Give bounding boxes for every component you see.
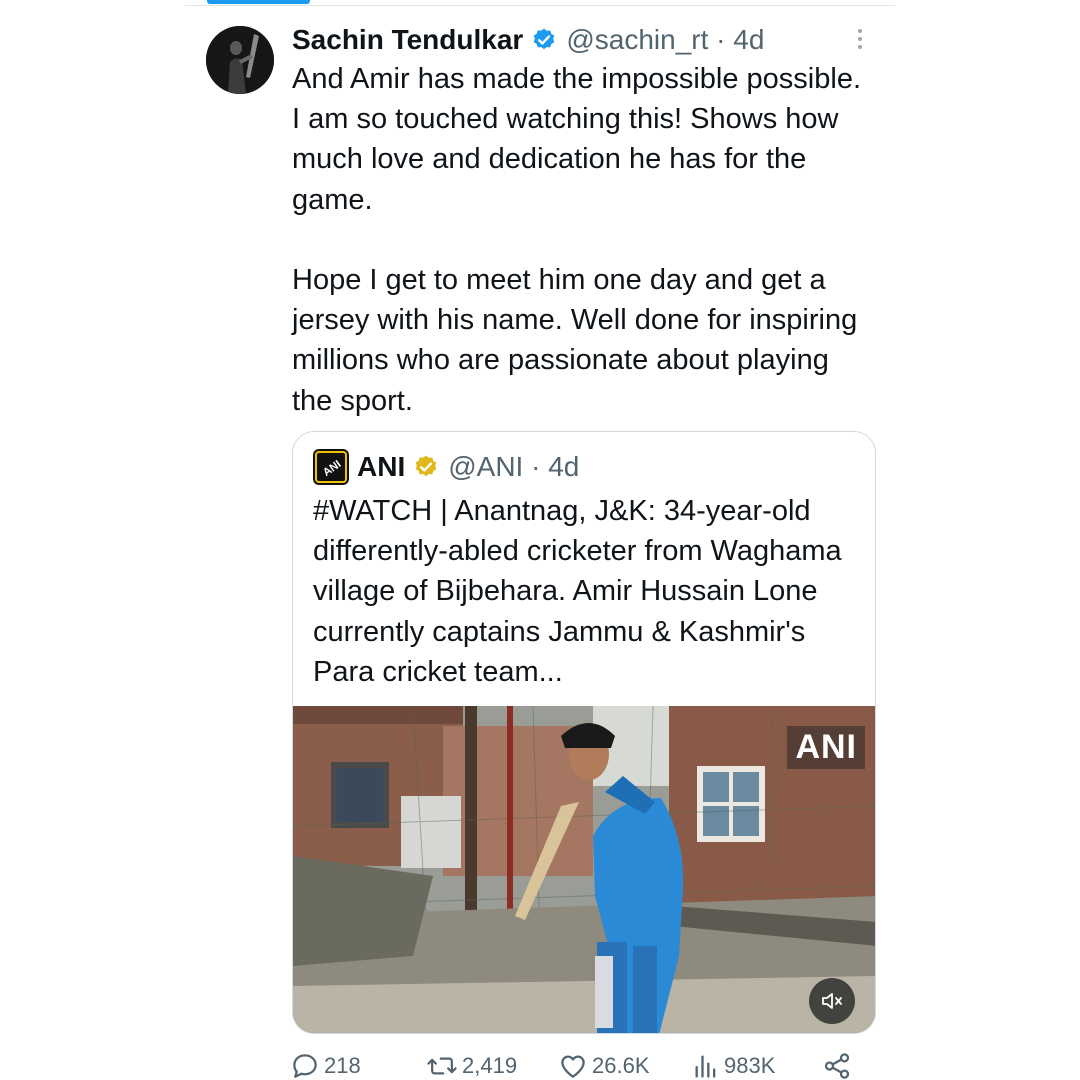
quoted-header: ANI ANI @ANI · 4d: [313, 448, 579, 486]
tweet-text: And Amir has made the impossible possibl…: [292, 63, 862, 417]
views-count: 983K: [724, 1053, 776, 1078]
video-player[interactable]: ANI: [293, 706, 875, 1033]
ani-logo: ANI: [313, 449, 349, 485]
action-bar: 218 2,419 26.6K 983K: [290, 1048, 860, 1080]
author-name[interactable]: Sachin Tendulkar: [292, 24, 523, 56]
reply-icon: [290, 1051, 320, 1080]
repost-count: 2,419: [462, 1053, 518, 1078]
views-button[interactable]: 983K: [692, 1048, 775, 1080]
views-icon: [692, 1051, 720, 1080]
quoted-tweet[interactable]: ANI ANI @ANI · 4d #WATCH | Anantnag, J&K…: [292, 431, 876, 1034]
mute-icon[interactable]: [809, 978, 855, 1024]
author-handle-time[interactable]: @sachin_rt · 4d: [566, 24, 764, 56]
tweet-header: Sachin Tendulkar @sachin_rt · 4d: [292, 22, 764, 58]
quoted-author-name[interactable]: ANI: [357, 451, 405, 483]
active-tab-indicator: [207, 0, 310, 4]
share-button[interactable]: [822, 1048, 852, 1080]
like-icon: [558, 1051, 588, 1080]
share-icon: [822, 1051, 852, 1080]
quoted-text: #WATCH | Anantnag, J&K: 34-year-old diff…: [313, 495, 842, 688]
more-icon[interactable]: [850, 26, 870, 54]
video-watermark: ANI: [787, 726, 865, 769]
reply-button[interactable]: 218: [290, 1048, 361, 1080]
verified-badge-icon: [531, 27, 557, 53]
like-count: 26.6K: [592, 1053, 650, 1078]
quoted-handle-time[interactable]: @ANI · 4d: [448, 451, 579, 483]
repost-icon: [426, 1051, 458, 1080]
reply-count: 218: [324, 1053, 361, 1078]
like-button[interactable]: 26.6K: [558, 1048, 650, 1080]
repost-button[interactable]: 2,419: [426, 1048, 517, 1080]
author-avatar[interactable]: [206, 26, 274, 94]
top-divider: [185, 5, 895, 6]
verified-badge-icon: [413, 454, 439, 480]
